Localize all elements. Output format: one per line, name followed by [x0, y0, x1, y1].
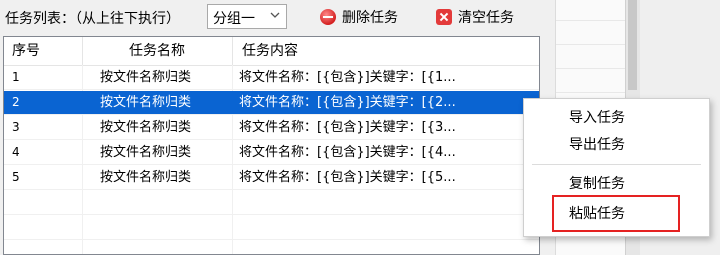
task-list-label: 任务列表：（从上往下执行）: [5, 11, 180, 27]
clear-tasks-button[interactable]: 清空任务: [436, 6, 514, 28]
group-select-value: 分组一: [213, 11, 255, 27]
menu-item-label: 复制任务: [569, 176, 625, 192]
empty-row: [4, 191, 539, 215]
clear-tasks-label: 清空任务: [458, 10, 514, 26]
row-index: 2: [12, 95, 20, 109]
row-task-content: 将文件名称：[{包含}]关键字：[{2...: [239, 95, 456, 110]
table-row[interactable]: 1 按文件名称归类 将文件名称：[{包含}]关键字：[{1...: [4, 66, 539, 90]
table-header: 序号 任务名称 任务内容: [4, 37, 539, 66]
row-task-name: 按文件名称归类: [100, 95, 192, 110]
menu-item-import-tasks[interactable]: 导入任务: [524, 105, 709, 131]
row-index: 5: [12, 170, 20, 184]
column-header-name[interactable]: 任务名称: [129, 37, 185, 65]
task-table[interactable]: 序号 任务名称 任务内容 1 按文件名称归类 将文件名称：[{包含}]关键字：[…: [3, 36, 540, 255]
scrollbar-thumb[interactable]: [628, 0, 637, 90]
chevron-down-icon: [270, 12, 280, 18]
table-row[interactable]: 5 按文件名称归类 将文件名称：[{包含}]关键字：[{5...: [4, 166, 539, 190]
row-index: 4: [12, 145, 20, 159]
column-header-index[interactable]: 序号: [12, 37, 40, 65]
divider: [556, 92, 626, 93]
table-row-selected[interactable]: 2 按文件名称归类 将文件名称：[{包含}]关键字：[{2...: [4, 91, 539, 115]
toolbar: 任务列表：（从上往下执行） 分组一 删除任务 清空任务: [0, 0, 560, 36]
menu-separator: [532, 164, 701, 165]
highlight-box: [552, 195, 680, 232]
divider: [556, 44, 626, 45]
divider: [556, 20, 626, 21]
menu-item-copy-task[interactable]: 复制任务: [524, 171, 709, 197]
row-task-name: 按文件名称归类: [100, 120, 192, 135]
row-task-content: 将文件名称：[{包含}]关键字：[{5...: [239, 170, 456, 185]
delete-task-label: 删除任务: [342, 10, 398, 26]
delete-icon: [320, 9, 336, 25]
delete-task-button[interactable]: 删除任务: [320, 6, 398, 28]
column-separator[interactable]: [82, 37, 83, 65]
table-row[interactable]: 4 按文件名称归类 将文件名称：[{包含}]关键字：[{4...: [4, 141, 539, 165]
group-select[interactable]: 分组一: [207, 4, 287, 29]
row-task-name: 按文件名称归类: [100, 145, 192, 160]
column-header-content[interactable]: 任务内容: [242, 37, 298, 65]
menu-item-label: 导入任务: [569, 110, 625, 126]
menu-item-export-tasks[interactable]: 导出任务: [524, 132, 709, 158]
clear-icon: [436, 9, 452, 25]
empty-row: [4, 216, 539, 240]
row-task-content: 将文件名称：[{包含}]关键字：[{1...: [239, 70, 456, 85]
row-index: 3: [12, 120, 20, 134]
empty-row: [4, 241, 539, 254]
row-task-content: 将文件名称：[{包含}]关键字：[{4...: [239, 145, 456, 160]
row-index: 1: [12, 70, 20, 84]
row-task-content: 将文件名称：[{包含}]关键字：[{3...: [239, 120, 456, 135]
row-task-name: 按文件名称归类: [100, 70, 192, 85]
column-separator[interactable]: [232, 37, 233, 65]
task-window: 任务列表：（从上往下执行） 分组一 删除任务 清空任务 序号 任务名称 任务内容: [0, 0, 720, 255]
table-row[interactable]: 3 按文件名称归类 将文件名称：[{包含}]关键字：[{3...: [4, 116, 539, 140]
divider: [556, 68, 626, 69]
row-task-name: 按文件名称归类: [100, 170, 192, 185]
menu-item-label: 导出任务: [569, 137, 625, 153]
